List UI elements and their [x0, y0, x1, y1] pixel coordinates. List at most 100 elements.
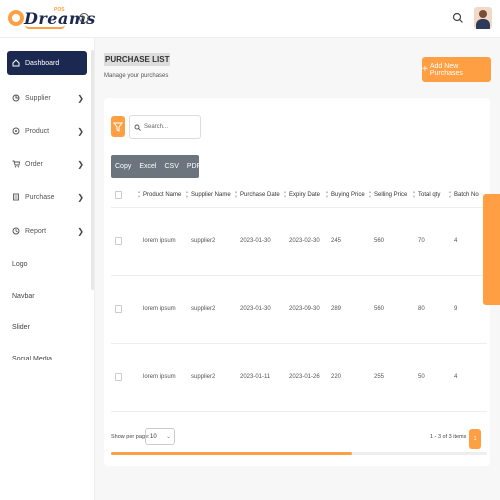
- sidebar-item-social-media[interactable]: Social Media: [12, 356, 52, 360]
- search-icon: [134, 124, 141, 131]
- cell-selling-price: 560: [374, 306, 385, 312]
- cell-expiry-date: 2023-01-26: [289, 374, 320, 380]
- cell-product-name: lorem ipsum: [143, 306, 176, 312]
- column-header[interactable]: ▲ ▼ Purchase Date: [234, 189, 280, 199]
- chevron-down-icon: ⌄: [165, 434, 171, 440]
- column-header[interactable]: ▲ ▼ Supplier Name: [185, 189, 231, 199]
- cell-purchase-date: 2023-01-11: [240, 374, 271, 380]
- row-checkbox[interactable]: [115, 237, 122, 245]
- sort-icon: ▲ ▼: [412, 189, 416, 199]
- cell-total-qty: 80: [418, 306, 425, 312]
- sidebar-item-supplier[interactable]: Supplier ❯: [7, 86, 87, 110]
- cell-batch-no: 4: [454, 238, 458, 244]
- filter-icon: [113, 122, 123, 132]
- cell-expiry-date: 2023-02-30: [289, 238, 320, 244]
- cell-buying-price: 289: [331, 306, 342, 312]
- column-header[interactable]: ▲ ▼ Total qty: [412, 189, 440, 199]
- toggle-sidebar-icon[interactable]: [79, 13, 89, 23]
- sort-icon: ▲ ▼: [137, 189, 141, 199]
- top-header: Dreams POS: [0, 0, 500, 38]
- sidebar-item-label: Purchase: [25, 193, 55, 201]
- sidebar-item-purchase[interactable]: Purchase ❯: [7, 185, 87, 209]
- sidebar-item-navbar[interactable]: Navbar: [12, 293, 35, 300]
- sidebar-item-label: Report: [25, 227, 47, 235]
- sidebar-item-slider[interactable]: Slider: [12, 324, 30, 331]
- sidebar-item-report[interactable]: Report ❯: [7, 219, 87, 243]
- row-checkbox[interactable]: [115, 305, 122, 313]
- product-icon: [12, 127, 20, 135]
- column-header[interactable]: ▲ ▼ Buying Price: [325, 189, 365, 199]
- settings-side-tab[interactable]: [483, 194, 500, 305]
- sort-icon: ▲ ▼: [368, 189, 372, 199]
- cell-buying-price: 220: [331, 374, 342, 380]
- sidebar-item-order[interactable]: Order ❯: [7, 152, 87, 176]
- export-toolbar: Copy Excel CSV PDF: [111, 155, 201, 178]
- sidebar-scrollbar[interactable]: [91, 50, 94, 290]
- column-header[interactable]: ▲ ▼ Batch No: [448, 189, 479, 199]
- per-page-select[interactable]: 10 ⌄: [145, 428, 175, 445]
- sort-icon: ▲ ▼: [234, 189, 238, 199]
- add-purchase-button[interactable]: + Add New Purchases: [422, 57, 491, 82]
- per-page-value: 10: [150, 433, 157, 440]
- page-button-current[interactable]: 1: [469, 429, 481, 449]
- cell-expiry-date: 2023-09-30: [289, 306, 320, 312]
- per-page-label: Show per page:: [111, 434, 150, 440]
- cart-icon: [12, 160, 21, 168]
- cell-supplier-name: supplier2: [191, 374, 216, 380]
- search-icon[interactable]: [452, 12, 464, 24]
- sidebar-item-dashboard[interactable]: Dashboard: [7, 51, 87, 75]
- sidebar-item-label: Dashboard: [25, 59, 60, 67]
- column-header[interactable]: ▲ ▼ Selling Price: [368, 189, 407, 199]
- pagination-range: 1 - 3 of 3 items: [430, 434, 467, 440]
- chevron-right-icon: ❯: [77, 227, 84, 236]
- filter-button[interactable]: [111, 116, 125, 137]
- table-row[interactable]: lorem ipsum supplier2 2023-01-30 2023-02…: [111, 208, 487, 276]
- sidebar-item-label: Supplier: [25, 94, 51, 102]
- page-title: PURCHASE LIST: [104, 53, 171, 66]
- cell-product-name: lorem ipsum: [143, 238, 176, 244]
- horizontal-scrollbar-thumb[interactable]: [111, 452, 352, 455]
- sidebar-item-product[interactable]: Product ❯: [7, 119, 87, 143]
- cell-purchase-date: 2023-01-30: [240, 306, 271, 312]
- add-purchase-label: Add New Purchases: [429, 62, 463, 77]
- table-row[interactable]: lorem ipsum supplier2 2023-01-11 2023-01…: [111, 344, 487, 412]
- search-input[interactable]: Search...: [129, 115, 201, 139]
- cell-product-name: lorem ipsum: [143, 374, 176, 380]
- logo-badge: POS: [54, 7, 65, 13]
- horizontal-scrollbar[interactable]: [111, 452, 487, 455]
- brand-logo[interactable]: Dreams POS: [7, 6, 95, 32]
- sidebar-item-logo[interactable]: Logo: [12, 261, 28, 268]
- cell-total-qty: 70: [418, 238, 425, 244]
- select-all-checkbox[interactable]: [115, 191, 122, 199]
- user-avatar[interactable]: [474, 7, 492, 29]
- chevron-right-icon: ❯: [77, 193, 84, 202]
- purchase-list-card: Search... Copy Excel CSV PDF ▲ ▼ Product N…: [104, 98, 490, 466]
- sort-icon: ▲ ▼: [325, 189, 329, 199]
- dashboard-icon: [12, 59, 20, 67]
- cell-selling-price: 255: [374, 374, 385, 380]
- cell-batch-no: 4: [454, 374, 458, 380]
- logo-mark-icon: [8, 10, 24, 26]
- chevron-right-icon: ❯: [77, 127, 84, 136]
- sort-icon: ▲ ▼: [448, 189, 452, 199]
- csv-button[interactable]: CSV: [160, 155, 182, 178]
- column-header[interactable]: ▲ ▼ Product Name: [137, 189, 181, 199]
- logo-arc-icon: [25, 25, 65, 29]
- row-checkbox[interactable]: [115, 373, 122, 381]
- excel-button[interactable]: Excel: [135, 155, 160, 178]
- copy-button[interactable]: Copy: [111, 155, 135, 178]
- page-subtitle: Manage your purchases: [104, 73, 169, 79]
- sidebar-item-label: Order: [25, 160, 43, 168]
- cell-batch-no: 9: [454, 306, 458, 312]
- sort-icon: ▲ ▼: [283, 189, 287, 199]
- cell-supplier-name: supplier2: [191, 306, 216, 312]
- table-row[interactable]: lorem ipsum supplier2 2023-01-30 2023-09…: [111, 276, 487, 344]
- sidebar-item-label: Product: [25, 127, 50, 135]
- table-header: ▲ ▼ Product Name ▲ ▼ Supplier Name ▲ ▼ Purchas…: [111, 182, 487, 208]
- cell-supplier-name: supplier2: [191, 238, 216, 244]
- cell-selling-price: 560: [374, 238, 385, 244]
- column-header[interactable]: ▲ ▼ Expiry Date: [283, 189, 320, 199]
- pdf-button[interactable]: PDF: [183, 155, 205, 178]
- report-icon: [12, 227, 20, 235]
- cell-buying-price: 245: [331, 238, 342, 244]
